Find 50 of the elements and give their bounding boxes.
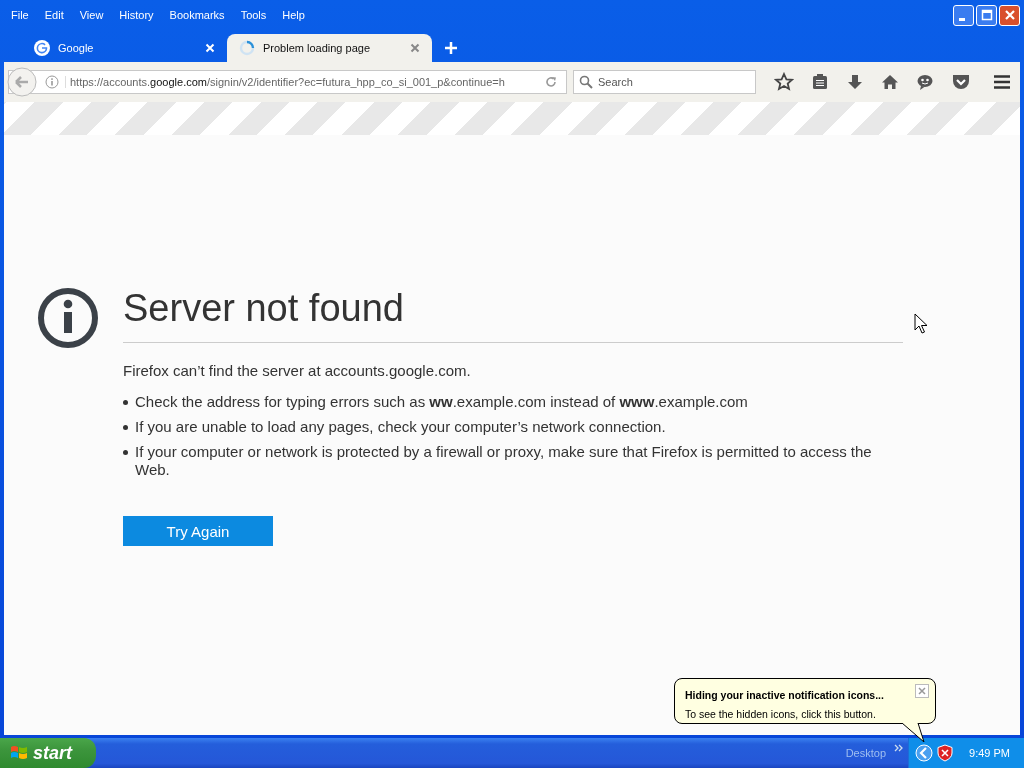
suggestion-text: If your computer or network is protected by a firewall or proxy, make sure that Firefox is permitted to access the Web. [135,443,873,479]
search-field[interactable]: Search [573,70,756,94]
menu-item[interactable]: Bookmarks [169,9,225,21]
reload-icon[interactable] [544,75,558,89]
suggestion-text: Check the address for typing errors such as ww.example.com instead of www.example.com [135,393,748,411]
browser-tab[interactable]: Google [22,34,227,62]
google-logo-icon [34,40,50,56]
bullet-icon [123,400,128,405]
new-tab-icon[interactable] [444,41,458,55]
menu-item[interactable]: Edit [44,9,64,21]
menu-item[interactable]: History [119,9,154,21]
minimize-button[interactable] [953,4,974,26]
bullet-icon [123,425,128,430]
menu-icon[interactable] [992,73,1012,91]
close-button[interactable] [999,4,1020,26]
maximize-button[interactable] [976,4,997,26]
bookmark-star-icon[interactable] [774,72,794,92]
error-message: Firefox can’t find the server at accounts.google.com. [123,362,472,379]
menu-item[interactable]: View [79,9,104,21]
pocket-icon[interactable] [951,73,971,91]
bullet-icon [123,450,128,455]
minimize-icon [958,17,965,21]
close-icon [1003,9,1016,21]
suggestion-text: If you are unable to load any pages, check your computer’s network connection. [135,418,666,436]
maximize-icon [980,9,993,21]
error-title: Server not found [123,287,405,331]
windows-flag-icon [10,744,28,762]
balloon-title: Hiding your inactive notification icons... [685,689,884,701]
clipboard-list-icon[interactable] [811,73,829,91]
close-tab-icon[interactable] [410,43,420,53]
menu-item[interactable]: File [11,9,29,21]
loading-spinner-icon [239,40,255,56]
start-button[interactable]: start [0,738,96,768]
browser-tab[interactable]: Problem loading page [227,34,432,62]
menu-item[interactable]: Tools [240,9,267,21]
clock: 9:49 PM [969,747,1010,759]
balloon-text: To see the hidden icons, click this button. [685,708,877,720]
menu-item[interactable]: Help [282,9,305,21]
close-icon[interactable] [915,684,929,698]
show-hidden-icons-icon[interactable] [915,744,934,762]
info-icon [37,287,99,349]
home-icon[interactable] [881,73,899,91]
shield-icon[interactable] [937,744,954,762]
download-icon[interactable] [846,73,864,91]
toolbar-label: Desktop [845,747,887,759]
chevron-icon[interactable] [894,743,905,753]
address-bar[interactable]: https://accounts.google.com/signin/v2/identifier?ec=futura_hpp_co_si_001_p&continue=h [8,70,567,94]
try-again-button[interactable]: Try Again [123,516,273,546]
mouse-pointer-icon [914,313,928,335]
chat-bubble-icon[interactable] [916,73,934,91]
